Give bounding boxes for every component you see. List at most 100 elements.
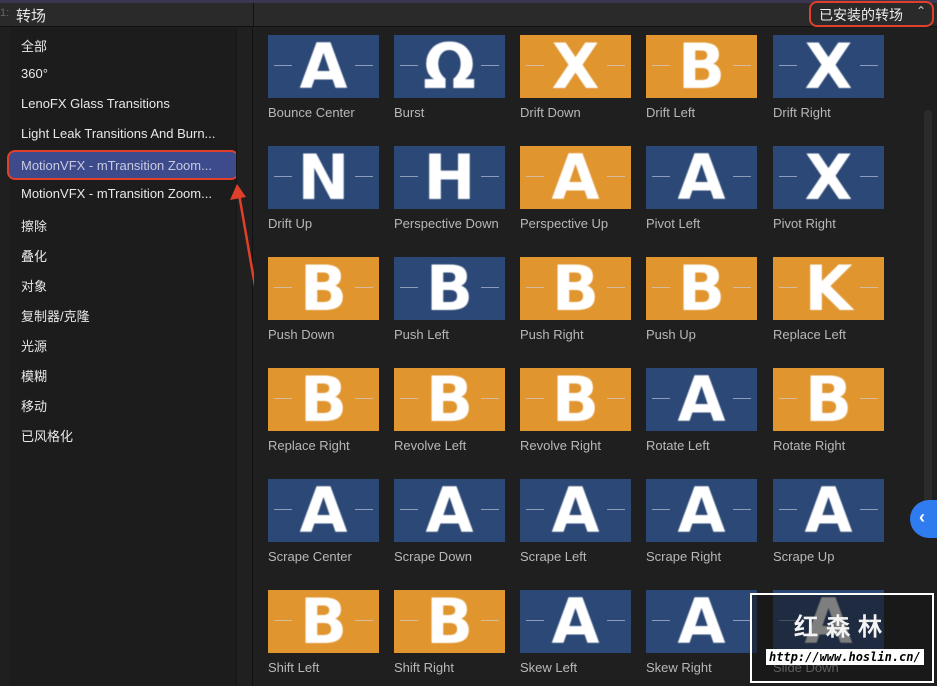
transition-thumbnail: N <box>268 146 379 209</box>
transition-item[interactable]: B Push Up <box>646 257 761 342</box>
thumbnail-glyph: B <box>677 35 726 98</box>
transition-thumbnail: B <box>646 35 757 98</box>
transition-label: Skew Left <box>520 660 578 675</box>
transition-item[interactable]: B Drift Left <box>646 35 761 120</box>
transition-thumbnail: Ω <box>394 35 505 98</box>
transition-label: Push Down <box>268 327 335 342</box>
thumbnail-glyph: B <box>551 368 600 431</box>
transition-item[interactable]: B Revolve Right <box>520 368 635 453</box>
transition-item[interactable]: A Scrape Left <box>520 479 635 564</box>
transition-item[interactable]: Ω Burst <box>394 35 509 120</box>
transition-label: Bounce Center <box>268 105 355 120</box>
transition-label: Replace Right <box>268 438 350 453</box>
transition-label: Perspective Down <box>394 216 499 231</box>
sidebar-item[interactable]: LenoFX Glass Transitions <box>10 90 236 120</box>
transition-item[interactable]: B Push Down <box>268 257 383 342</box>
transition-label: Skew Right <box>646 660 712 675</box>
sidebar-item[interactable]: 已风格化 <box>10 420 236 450</box>
transition-thumbnail: B <box>268 590 379 653</box>
transition-thumbnail: A <box>773 479 884 542</box>
transition-item[interactable]: B Revolve Left <box>394 368 509 453</box>
thumbnail-glyph: A <box>551 479 600 542</box>
transition-thumbnail: B <box>394 257 505 320</box>
transition-item[interactable]: H Perspective Down <box>394 146 509 231</box>
thumbnail-glyph: B <box>425 590 474 653</box>
sidebar-item[interactable]: 光源 <box>10 330 236 360</box>
transition-item[interactable]: B Rotate Right <box>773 368 888 453</box>
transition-label: Pivot Left <box>646 216 701 231</box>
thumbnail-glyph: A <box>425 479 474 542</box>
thumbnail-glyph: A <box>677 146 726 209</box>
transition-thumbnail: B <box>646 257 757 320</box>
sidebar-item[interactable]: 模糊 <box>10 360 236 390</box>
thumbnail-glyph: B <box>299 590 348 653</box>
transition-item[interactable]: A Pivot Left <box>646 146 761 231</box>
transition-label: Burst <box>394 105 425 120</box>
sidebar-scrollbar[interactable] <box>236 28 253 686</box>
transition-thumbnail: K <box>773 257 884 320</box>
transition-item[interactable]: B Push Right <box>520 257 635 342</box>
transition-item[interactable]: X Drift Down <box>520 35 635 120</box>
header-index: 1: <box>0 7 10 19</box>
watermark-name: 红森林 <box>794 614 890 641</box>
transition-label: Replace Left <box>773 327 846 342</box>
transition-thumbnail: A <box>646 146 757 209</box>
transition-label: Drift Right <box>773 105 831 120</box>
transition-label: Push Left <box>394 327 449 342</box>
thumbnail-glyph: A <box>299 479 348 542</box>
transition-item[interactable]: A Skew Right <box>646 590 761 675</box>
sidebar-item[interactable]: 擦除 <box>10 210 236 240</box>
transition-label: Scrape Center <box>268 549 352 564</box>
transition-item[interactable]: A Rotate Left <box>646 368 761 453</box>
grid-scrollbar[interactable] <box>924 110 932 530</box>
transition-item[interactable]: A Scrape Center <box>268 479 383 564</box>
sidebar-item[interactable]: 全部 <box>10 30 236 60</box>
transitions-grid: A Bounce Center Ω Burst X Drift Down B Drift Le… <box>254 28 937 686</box>
transition-item[interactable]: X Pivot Right <box>773 146 888 231</box>
transition-thumbnail: A <box>520 146 631 209</box>
transition-item[interactable]: A Skew Left <box>520 590 635 675</box>
browser-header: 1: 转场 <box>0 3 937 27</box>
transition-item[interactable]: B Shift Right <box>394 590 509 675</box>
transition-item[interactable]: A Scrape Right <box>646 479 761 564</box>
sidebar-item[interactable]: MotionVFX - mTransition Zoom... <box>7 150 239 180</box>
thumbnail-glyph: A <box>677 590 726 653</box>
sidebar-item[interactable]: 复制器/克隆 <box>10 300 236 330</box>
transition-item[interactable]: X Drift Right <box>773 35 888 120</box>
transition-item[interactable]: B Shift Left <box>268 590 383 675</box>
thumbnail-glyph: A <box>299 35 348 98</box>
transition-item[interactable]: A Scrape Up <box>773 479 888 564</box>
transition-label: Pivot Right <box>773 216 836 231</box>
sidebar-item[interactable]: 移动 <box>10 390 236 420</box>
transition-item[interactable]: A Scrape Down <box>394 479 509 564</box>
transition-item[interactable]: A Perspective Up <box>520 146 635 231</box>
installed-transitions-dropdown[interactable]: 已安装的转场 ⌃ <box>809 1 934 27</box>
watermark-logo: 红森林 http://www.hoslin.cn/ <box>750 593 934 683</box>
sidebar-item[interactable]: Light Leak Transitions And Burn... <box>10 120 236 150</box>
transition-label: Perspective Up <box>520 216 609 231</box>
transition-label: Shift Left <box>268 660 320 675</box>
transition-label: Drift Down <box>520 105 581 120</box>
thumbnail-glyph: B <box>425 368 474 431</box>
transition-item[interactable]: B Push Left <box>394 257 509 342</box>
transition-item[interactable]: K Replace Left <box>773 257 888 342</box>
transition-thumbnail: X <box>520 35 631 98</box>
sidebar-item[interactable]: MotionVFX - mTransition Zoom... <box>10 180 236 210</box>
sidebar-item[interactable]: 360° <box>10 60 236 90</box>
transition-label: Push Up <box>646 327 696 342</box>
transition-label: Rotate Left <box>646 438 710 453</box>
transition-item[interactable]: N Drift Up <box>268 146 383 231</box>
category-sidebar: 全部 360° LenoFX Glass Transitions Light Leak… <box>7 28 239 686</box>
up-down-chevron-icon: ⌃ <box>915 4 926 18</box>
thumbnail-glyph: B <box>299 257 348 320</box>
transition-label: Revolve Right <box>520 438 601 453</box>
transition-thumbnail: H <box>394 146 505 209</box>
transition-thumbnail: B <box>520 368 631 431</box>
sidebar-item[interactable]: 对象 <box>10 270 236 300</box>
sidebar-item[interactable]: 叠化 <box>10 240 236 270</box>
thumbnail-glyph: N <box>297 146 350 209</box>
transition-label: Scrape Left <box>520 549 587 564</box>
transition-item[interactable]: B Replace Right <box>268 368 383 453</box>
transition-label: Rotate Right <box>773 438 846 453</box>
transition-item[interactable]: A Bounce Center <box>268 35 383 120</box>
